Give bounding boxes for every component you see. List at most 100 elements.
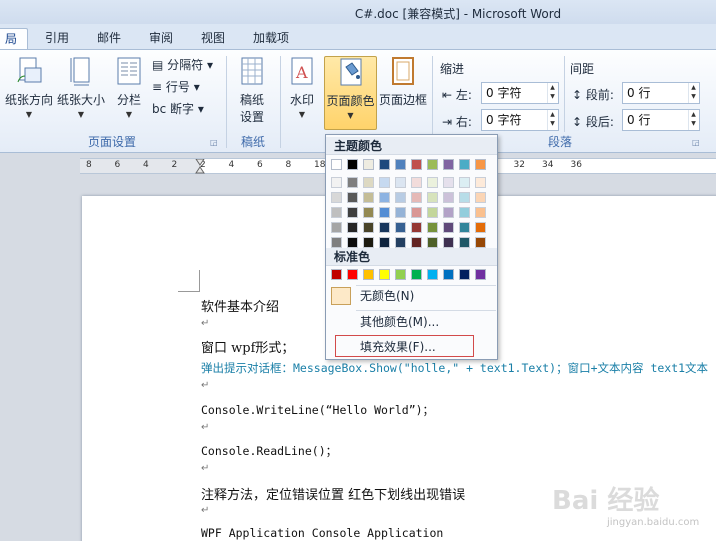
dialog-launcher-icon[interactable]: ◲ (692, 134, 700, 152)
color-swatch[interactable] (331, 222, 342, 233)
color-swatch[interactable] (459, 159, 470, 170)
color-swatch[interactable] (427, 207, 438, 218)
hyphenation-button[interactable]: bc 断字 ▾ (152, 100, 204, 118)
color-swatch[interactable] (427, 159, 438, 170)
tab-addins[interactable]: 加载项 (248, 28, 294, 50)
color-swatch[interactable] (459, 237, 470, 248)
color-swatch[interactable] (395, 269, 406, 280)
color-swatch[interactable] (363, 207, 374, 218)
color-swatch[interactable] (411, 237, 422, 248)
color-swatch[interactable] (363, 269, 374, 280)
color-swatch[interactable] (411, 222, 422, 233)
color-swatch[interactable] (379, 222, 390, 233)
color-swatch[interactable] (363, 237, 374, 248)
color-swatch[interactable] (475, 222, 486, 233)
watermark-button[interactable]: A 水印 ▼ (284, 56, 320, 130)
color-swatch[interactable] (347, 207, 358, 218)
color-swatch[interactable] (443, 177, 454, 188)
color-swatch[interactable] (347, 192, 358, 203)
color-swatch[interactable] (347, 222, 358, 233)
spacing-before-field[interactable]: 0 行 ▲ ▼ (622, 82, 700, 104)
color-swatch[interactable] (379, 159, 390, 170)
color-swatch[interactable] (363, 177, 374, 188)
color-swatch[interactable] (331, 237, 342, 248)
color-swatch[interactable] (475, 269, 486, 280)
tab-references[interactable]: 引用 (40, 28, 74, 50)
line-numbers-button[interactable]: ≡ 行号 ▾ (152, 78, 200, 96)
color-swatch[interactable] (379, 207, 390, 218)
color-swatch[interactable] (347, 177, 358, 188)
color-swatch[interactable] (347, 237, 358, 248)
color-swatch[interactable] (379, 269, 390, 280)
color-swatch[interactable] (475, 159, 486, 170)
color-swatch[interactable] (347, 269, 358, 280)
stepper-arrows[interactable]: ▲ ▼ (547, 83, 557, 103)
tab-layout[interactable]: 局 (0, 28, 28, 50)
color-swatch[interactable] (475, 177, 486, 188)
color-swatch[interactable] (331, 159, 342, 170)
color-swatch[interactable] (443, 159, 454, 170)
color-swatch[interactable] (459, 269, 470, 280)
color-swatch[interactable] (331, 192, 342, 203)
dialog-launcher-icon[interactable]: ◲ (210, 134, 218, 152)
color-swatch[interactable] (395, 222, 406, 233)
color-swatch[interactable] (395, 192, 406, 203)
color-swatch[interactable] (427, 269, 438, 280)
indent-marker-icon[interactable] (194, 159, 206, 175)
orientation-button[interactable]: 纸张方向 ▼ (4, 56, 54, 130)
page-color-button[interactable]: 页面颜色 ▼ (324, 56, 377, 130)
color-swatch[interactable] (331, 177, 342, 188)
color-swatch[interactable] (475, 207, 486, 218)
color-swatch[interactable] (363, 222, 374, 233)
color-swatch[interactable] (427, 237, 438, 248)
color-swatch[interactable] (459, 177, 470, 188)
color-swatch[interactable] (379, 177, 390, 188)
color-swatch[interactable] (459, 192, 470, 203)
tab-view[interactable]: 视图 (196, 28, 230, 50)
color-swatch[interactable] (331, 207, 342, 218)
indent-right-field[interactable]: 0 字符 ▲ ▼ (481, 109, 559, 131)
color-swatch[interactable] (395, 159, 406, 170)
color-swatch[interactable] (379, 237, 390, 248)
color-swatch[interactable] (379, 192, 390, 203)
color-swatch[interactable] (363, 192, 374, 203)
page-borders-button[interactable]: 页面边框 (378, 56, 428, 130)
tab-review[interactable]: 审阅 (144, 28, 178, 50)
indent-left-field[interactable]: 0 字符 ▲ ▼ (481, 82, 559, 104)
color-swatch[interactable] (395, 177, 406, 188)
color-swatch[interactable] (443, 269, 454, 280)
page-size-button[interactable]: 纸张大小 ▼ (56, 56, 106, 130)
color-swatch[interactable] (411, 159, 422, 170)
color-swatch[interactable] (331, 269, 342, 280)
stepper-arrows[interactable]: ▲ ▼ (688, 83, 698, 103)
color-swatch[interactable] (363, 159, 374, 170)
color-swatch[interactable] (411, 177, 422, 188)
more-colors-item[interactable]: 其他颜色(M)... (327, 311, 498, 333)
color-swatch[interactable] (475, 237, 486, 248)
color-swatch[interactable] (459, 222, 470, 233)
color-swatch[interactable] (443, 207, 454, 218)
color-swatch[interactable] (443, 222, 454, 233)
color-swatch[interactable] (427, 177, 438, 188)
color-swatch[interactable] (459, 207, 470, 218)
manuscript-settings-button[interactable]: 稿纸 设置 (232, 56, 272, 130)
color-swatch[interactable] (347, 159, 358, 170)
color-swatch[interactable] (395, 207, 406, 218)
spacing-after-field[interactable]: 0 行 ▲ ▼ (622, 109, 700, 131)
stepper-arrows[interactable]: ▲ ▼ (547, 110, 557, 130)
color-swatch[interactable] (411, 207, 422, 218)
no-color-item[interactable]: 无颜色(N) (327, 285, 498, 307)
fill-effects-item[interactable]: 填充效果(F)... (335, 335, 474, 357)
color-swatch[interactable] (475, 192, 486, 203)
color-swatch[interactable] (411, 192, 422, 203)
color-swatch[interactable] (395, 237, 406, 248)
stepper-arrows[interactable]: ▲ ▼ (688, 110, 698, 130)
color-swatch[interactable] (411, 269, 422, 280)
color-swatch[interactable] (427, 222, 438, 233)
columns-button[interactable]: 分栏 ▼ (112, 56, 146, 130)
color-swatch[interactable] (427, 192, 438, 203)
breaks-button[interactable]: ▤ 分隔符 ▾ (152, 56, 213, 74)
tab-mailings[interactable]: 邮件 (92, 28, 126, 50)
color-swatch[interactable] (443, 237, 454, 248)
color-swatch[interactable] (443, 192, 454, 203)
